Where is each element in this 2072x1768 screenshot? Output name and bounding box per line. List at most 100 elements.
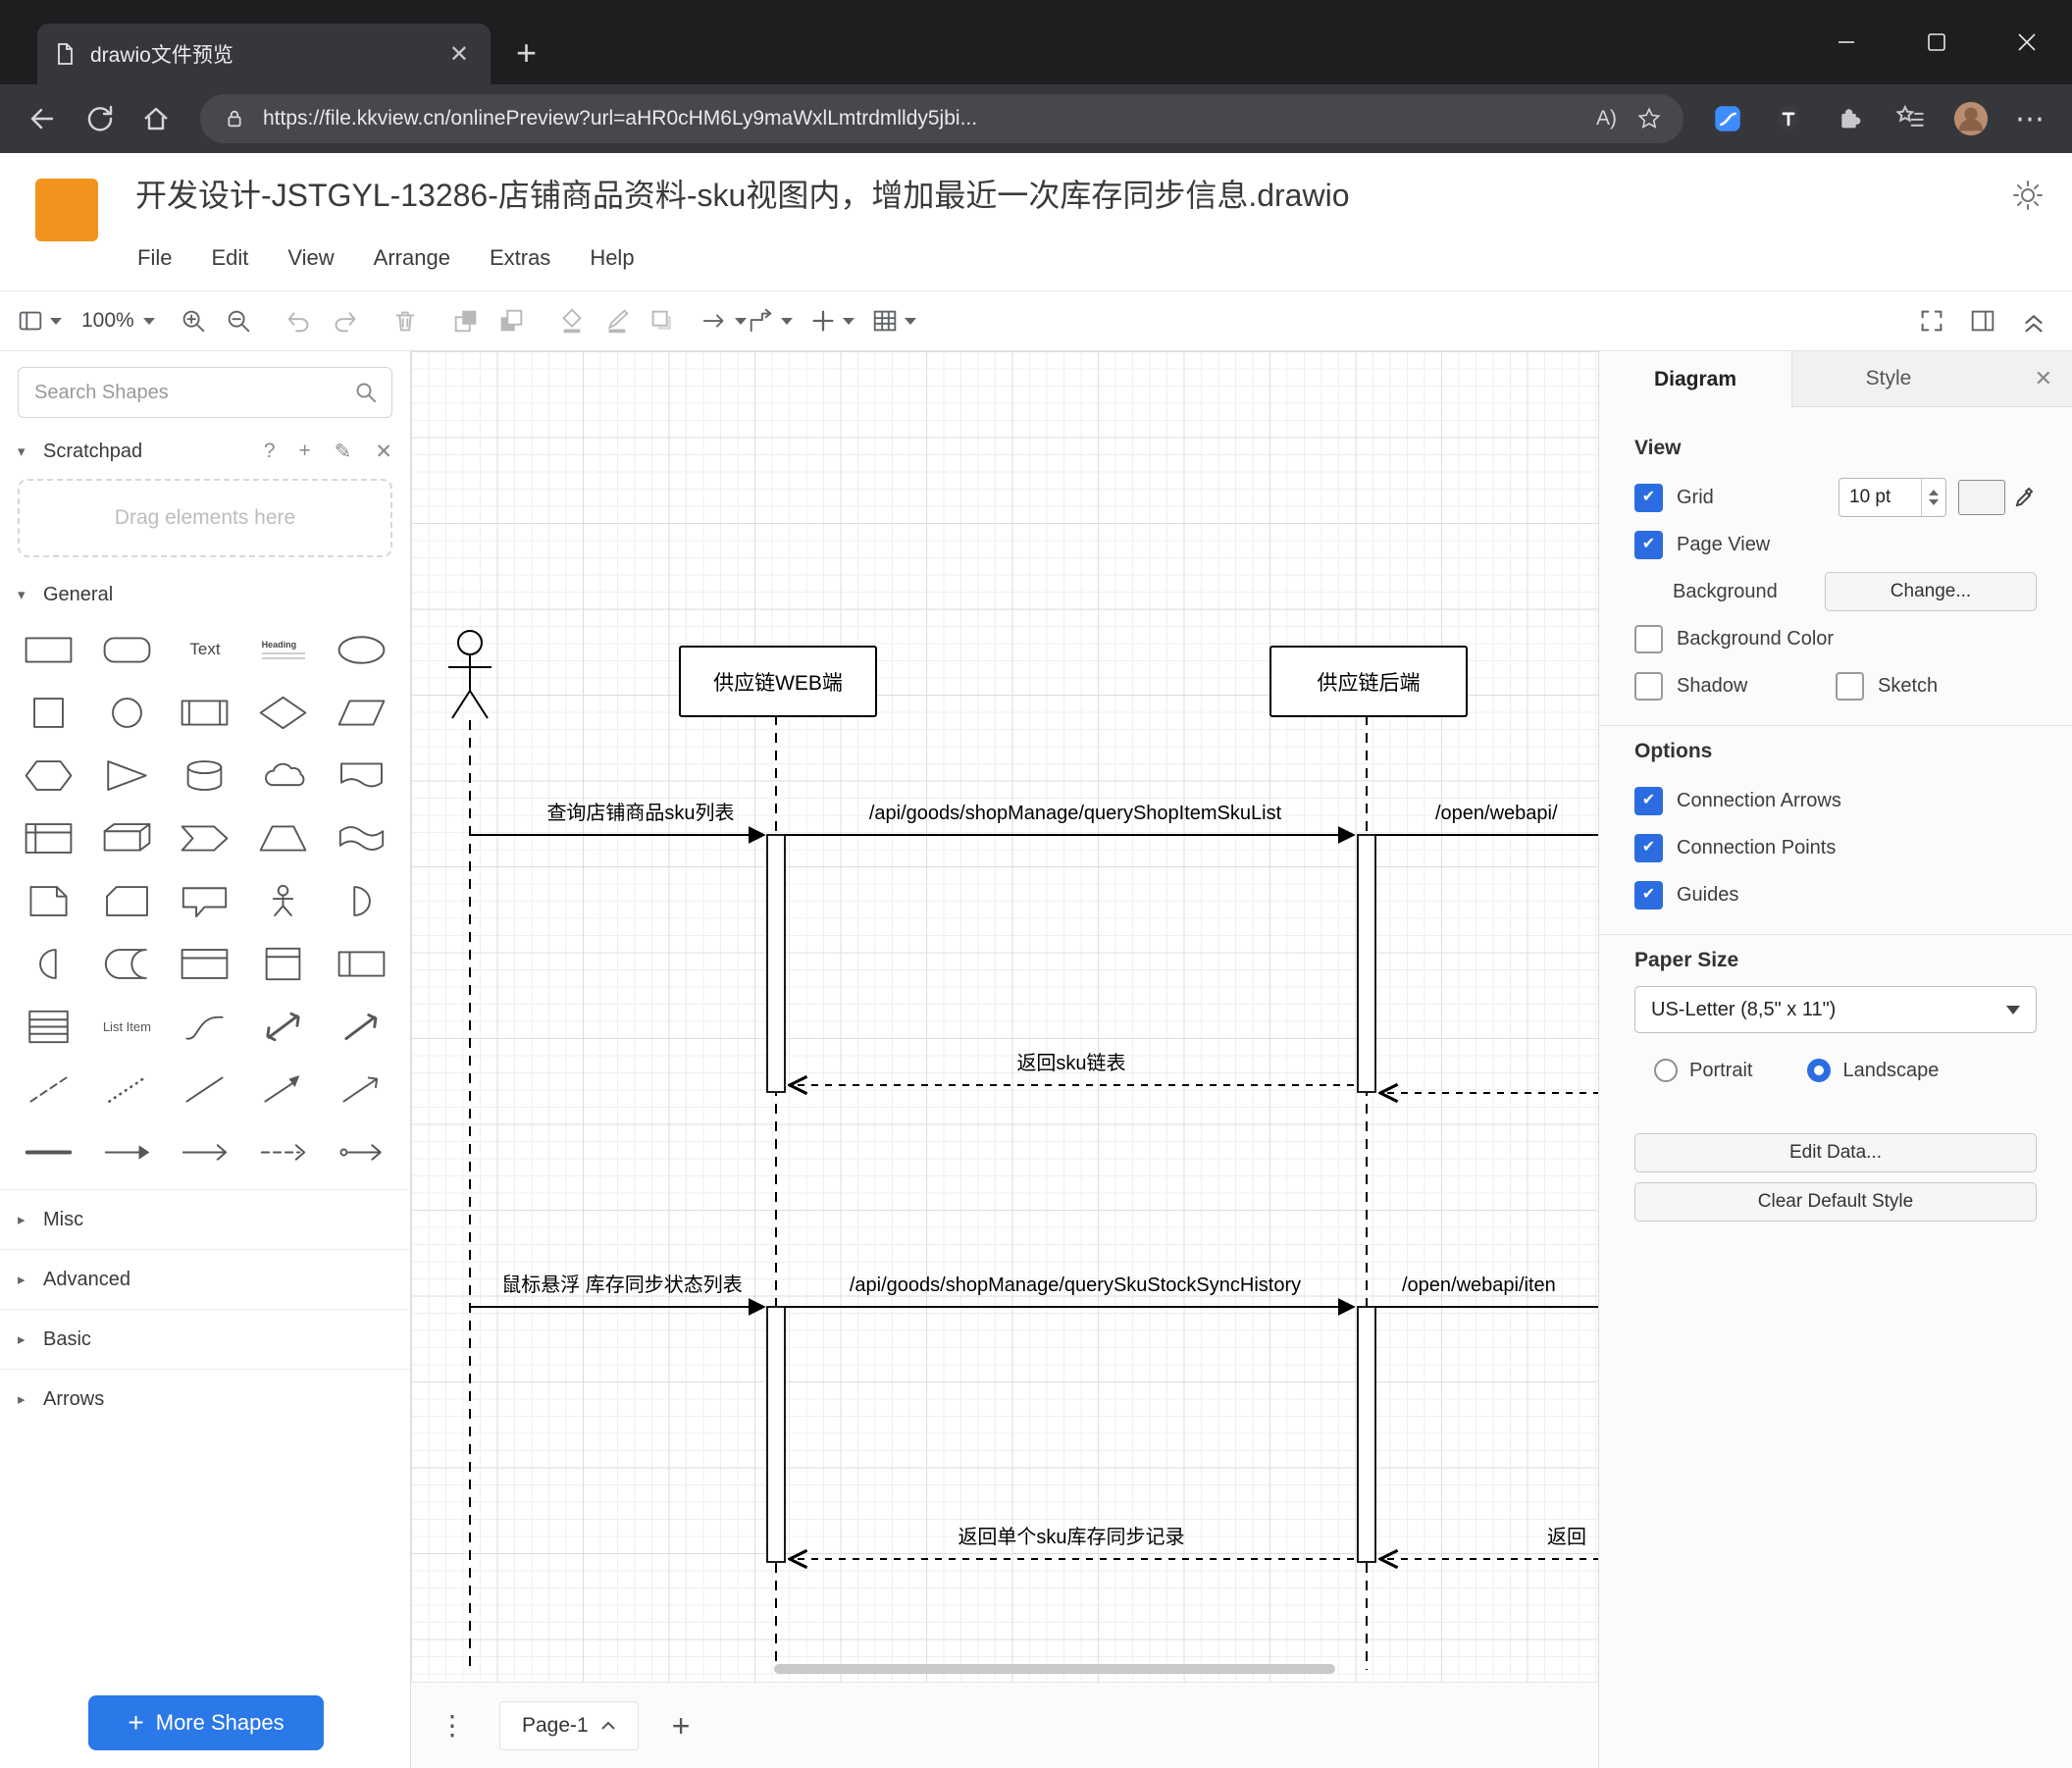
search-shapes-input[interactable] (32, 380, 354, 405)
favorite-star-icon[interactable] (1636, 106, 1662, 131)
address-bar[interactable]: https://file.kkview.cn/onlinePreview?url… (200, 94, 1684, 143)
scratchpad-add-icon[interactable]: + (299, 440, 311, 464)
shape-heading[interactable]: Heading (244, 624, 323, 675)
menu-edit[interactable]: Edit (211, 245, 248, 271)
menu-view[interactable]: View (287, 245, 334, 271)
grid-size-spinner[interactable] (1921, 479, 1945, 516)
zoom-in-button[interactable] (171, 298, 216, 343)
shape-actor[interactable] (244, 875, 323, 926)
extension-shield-icon[interactable] (1762, 92, 1815, 145)
section-misc[interactable]: ▸ Misc (0, 1189, 410, 1249)
shape-horizontal-arrow-dashed[interactable] (244, 1126, 323, 1177)
shape-circle[interactable] (88, 687, 167, 738)
add-page-button[interactable]: + (672, 1710, 691, 1742)
landscape-radio[interactable] (1807, 1059, 1832, 1082)
shape-curve[interactable] (166, 1001, 244, 1052)
shape-horizontal-line[interactable] (10, 1126, 88, 1177)
shape-cylinder[interactable] (166, 750, 244, 801)
zoom-out-button[interactable] (216, 298, 261, 343)
shape-internal-storage[interactable] (10, 812, 88, 863)
shape-arrow[interactable] (322, 1001, 400, 1052)
menu-extras[interactable]: Extras (490, 245, 550, 271)
shape-document[interactable] (322, 750, 400, 801)
shape-vertical-container[interactable] (244, 938, 323, 989)
collapse-toolbar-button[interactable] (2011, 298, 2056, 343)
delete-button[interactable] (383, 298, 428, 343)
shape-diamond[interactable] (244, 687, 323, 738)
clear-default-style-button[interactable]: Clear Default Style (1634, 1182, 2037, 1222)
refresh-icon[interactable] (73, 92, 126, 145)
diagram-canvas[interactable]: 供应链WEB端 供应链后端 查询店铺商品sku列表 /api/goods/sho… (411, 351, 1598, 1682)
shape-list[interactable] (10, 1001, 88, 1052)
extension-icon-blue[interactable] (1701, 92, 1754, 145)
section-advanced[interactable]: ▸ Advanced (0, 1249, 410, 1309)
menu-file[interactable]: File (137, 245, 172, 271)
grid-checkbox[interactable] (1634, 483, 1663, 512)
fill-color-button[interactable] (549, 298, 595, 343)
theme-toggle-icon[interactable] (2011, 179, 2045, 212)
return-label-single-sku[interactable]: 返回单个sku库存同步记录 (958, 1526, 1184, 1549)
scratchpad-edit-icon[interactable]: ✎ (335, 440, 352, 464)
message-label-hover-sync[interactable]: 鼠标悬浮 库存同步状态列表 (501, 1274, 743, 1297)
home-icon[interactable] (130, 92, 182, 145)
section-arrows[interactable]: ▸ Arrows (0, 1369, 410, 1429)
shape-cube[interactable] (88, 812, 167, 863)
to-front-button[interactable] (443, 298, 489, 343)
shape-square[interactable] (10, 687, 88, 738)
scratchpad-dropzone[interactable]: Drag elements here (18, 479, 392, 557)
shape-dotted-line[interactable] (88, 1064, 167, 1115)
spinner-down-icon[interactable] (1929, 499, 1939, 505)
eyedropper-icon[interactable] (2013, 486, 2037, 509)
portrait-radio[interactable] (1654, 1059, 1678, 1082)
shape-card[interactable] (88, 875, 167, 926)
favorites-bar-icon[interactable] (1884, 92, 1937, 145)
shape-or[interactable] (322, 875, 400, 926)
insert-button[interactable] (808, 298, 855, 343)
actor-figure[interactable] (448, 630, 492, 719)
window-maximize-button[interactable] (1891, 0, 1982, 84)
background-color-checkbox[interactable] (1634, 624, 1663, 653)
waypoint-style-button[interactable] (747, 298, 793, 343)
browser-menu-icon[interactable]: ⋯ (2005, 102, 2056, 136)
connection-style-button[interactable] (700, 298, 747, 343)
shape-diagonal-arrow[interactable] (244, 1064, 323, 1115)
paper-size-select[interactable]: US-Letter (8,5" x 11") (1634, 986, 2037, 1033)
undo-button[interactable] (277, 298, 322, 343)
scratchpad-help-icon[interactable]: ? (264, 440, 276, 464)
landscape-option[interactable]: Landscape (1807, 1059, 1939, 1082)
tab-style[interactable]: Style (1792, 351, 1985, 406)
message-label-api-query-history[interactable]: /api/goods/shopManage/querySkuStockSyncH… (850, 1274, 1301, 1297)
shape-text[interactable]: Text (166, 624, 244, 675)
guides-checkbox[interactable] (1634, 880, 1663, 910)
scratchpad-header[interactable]: ▾ Scratchpad ? + ✎ ✕ (0, 426, 410, 477)
section-general[interactable]: ▾ General (0, 569, 410, 620)
edit-data-button[interactable]: Edit Data... (1634, 1133, 2037, 1172)
back-icon[interactable] (16, 92, 69, 145)
shape-diagonal-arrow-2[interactable] (322, 1064, 400, 1115)
new-tab-button[interactable]: + (516, 35, 537, 71)
line-color-button[interactable] (595, 298, 640, 343)
shape-dashed-line[interactable] (10, 1064, 88, 1115)
shadow-button[interactable] (640, 298, 685, 343)
connection-points-checkbox[interactable] (1634, 833, 1663, 862)
shape-data-storage[interactable] (88, 938, 167, 989)
section-basic[interactable]: ▸ Basic (0, 1309, 410, 1369)
spinner-up-icon[interactable] (1929, 490, 1939, 495)
connection-arrows-checkbox[interactable] (1634, 786, 1663, 815)
shape-line[interactable] (166, 1064, 244, 1115)
portrait-option[interactable]: Portrait (1654, 1059, 1752, 1082)
return-label-sku-list[interactable]: 返回sku链表 (1016, 1052, 1125, 1075)
shape-trapezoid[interactable] (244, 812, 323, 863)
shape-note[interactable] (10, 875, 88, 926)
tab-diagram[interactable]: Diagram (1599, 351, 1792, 407)
message-label-api-query-list[interactable]: /api/goods/shopManage/queryShopItemSkuLi… (869, 802, 1281, 825)
panel-close-icon[interactable]: ✕ (2015, 351, 2072, 406)
profile-avatar[interactable] (1944, 92, 1997, 145)
shape-horizontal-arrow[interactable] (88, 1126, 167, 1177)
shape-rectangle[interactable] (10, 624, 88, 675)
table-button[interactable] (870, 298, 916, 343)
shape-callout[interactable] (166, 875, 244, 926)
message-label-open-webapi-1[interactable]: /open/webapi/ (1435, 802, 1558, 825)
sketch-checkbox[interactable] (1836, 671, 1864, 701)
activation-backend-1[interactable] (1357, 834, 1376, 1093)
